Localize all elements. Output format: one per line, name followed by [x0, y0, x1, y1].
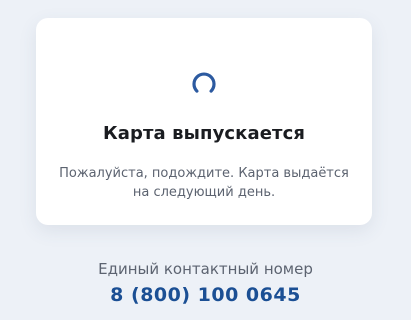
loading-spinner-icon [190, 70, 218, 98]
card-message: Пожалуйста, подождите. Карта выдаётся на… [59, 166, 349, 200]
status-card: Карта выпускается Пожалуйста, подождите.… [36, 18, 372, 225]
contact-label: Единый контактный номер [98, 260, 313, 278]
card-title: Карта выпускается [102, 123, 306, 144]
contact-phone-link[interactable]: 8 (800) 100 0645 [0, 284, 411, 306]
